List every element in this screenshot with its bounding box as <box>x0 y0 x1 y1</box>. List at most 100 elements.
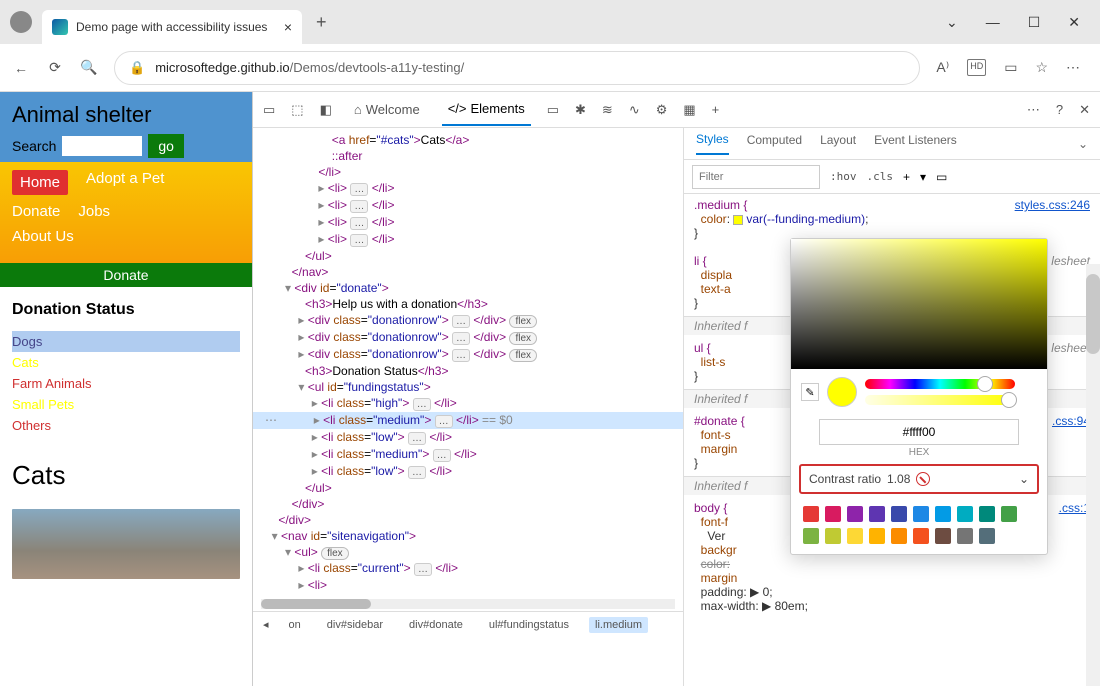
page-title: Animal shelter <box>12 102 240 128</box>
status-farm[interactable]: Farm Animals <box>12 373 240 394</box>
chevron-down-icon[interactable]: ⌄ <box>946 14 958 31</box>
color-swatch[interactable] <box>869 528 885 544</box>
close-window-icon[interactable]: ✕ <box>1068 14 1080 31</box>
network-icon[interactable]: ≋ <box>602 102 613 118</box>
search-input[interactable] <box>62 136 142 156</box>
color-swatch[interactable] <box>891 528 907 544</box>
nav-home[interactable]: Home <box>12 170 68 195</box>
url-host: microsoftedge.github.io <box>155 60 289 75</box>
color-swatch[interactable] <box>979 506 995 522</box>
color-swatch[interactable] <box>847 506 863 522</box>
color-swatch[interactable] <box>847 528 863 544</box>
eyedropper-icon[interactable]: ✎ <box>801 383 819 401</box>
tab-welcome[interactable]: ⌂Welcome <box>348 94 426 125</box>
browser-tab[interactable]: Demo page with accessibility issues × <box>42 10 302 44</box>
more-tools-icon[interactable]: ⋯ <box>1027 102 1040 118</box>
code-icon: </> <box>448 101 467 116</box>
color-swatches <box>791 500 1047 554</box>
dock-icon[interactable]: ◧ <box>320 102 332 118</box>
brush-icon[interactable]: ▾ <box>920 170 926 184</box>
lock-icon: 🔒 <box>129 60 145 76</box>
color-swatch[interactable] <box>913 506 929 522</box>
color-swatch[interactable] <box>825 528 841 544</box>
status-dogs[interactable]: Dogs <box>12 331 240 352</box>
alpha-slider[interactable] <box>865 395 1015 405</box>
hue-slider[interactable] <box>865 379 1015 389</box>
reader-icon[interactable]: ▭ <box>1004 59 1017 76</box>
address-bar: ← ⟳ 🔍 🔒 microsoftedge.github.io/Demos/de… <box>0 44 1100 92</box>
status-small[interactable]: Small Pets <box>12 394 240 415</box>
status-cats[interactable]: Cats <box>12 352 240 373</box>
color-swatch[interactable] <box>1001 506 1017 522</box>
go-button[interactable]: go <box>148 134 184 158</box>
device-toggle-icon[interactable]: ▭ <box>263 102 275 118</box>
plus-icon[interactable]: + <box>903 170 910 184</box>
performance-icon[interactable]: ∿ <box>629 102 640 118</box>
search-label: Search <box>12 138 56 154</box>
back-icon[interactable]: ← <box>12 59 30 77</box>
color-swatch[interactable] <box>891 506 907 522</box>
console-icon[interactable]: ▭ <box>547 102 559 118</box>
devtools-close-icon[interactable]: ✕ <box>1079 102 1090 118</box>
edge-favicon-icon <box>52 19 68 35</box>
tab-computed[interactable]: Computed <box>747 133 802 154</box>
memory-icon[interactable]: ⚙ <box>656 102 668 118</box>
sources-icon[interactable]: ✱ <box>575 102 586 118</box>
color-swatch[interactable] <box>979 528 995 544</box>
more-icon[interactable]: ⋯ <box>1066 59 1080 76</box>
source-link[interactable]: .css:94 <box>1052 414 1090 428</box>
source-link[interactable]: styles.css:246 <box>1015 198 1090 212</box>
nav-jobs[interactable]: Jobs <box>78 203 110 220</box>
elements-tree[interactable]: <a href="#cats">Cats</a> ::after </li> ▸… <box>253 128 683 611</box>
breadcrumb[interactable]: ◂ on div#sidebar div#donate ul#fundingst… <box>253 611 683 637</box>
nav-about[interactable]: About Us <box>12 228 74 245</box>
hex-input[interactable] <box>819 419 1019 445</box>
more-tabs-icon[interactable]: + <box>712 102 720 117</box>
color-canvas[interactable] <box>791 239 1047 369</box>
chevron-down-icon[interactable]: ⌄ <box>1078 137 1088 151</box>
read-aloud-icon[interactable]: A⁾ <box>936 59 949 76</box>
color-swatch[interactable] <box>825 506 841 522</box>
donate-button[interactable]: Donate <box>0 263 252 287</box>
help-icon[interactable]: ? <box>1056 102 1063 118</box>
minimize-icon[interactable]: — <box>986 14 1000 31</box>
tab-listeners[interactable]: Event Listeners <box>874 133 957 154</box>
nav-adopt[interactable]: Adopt a Pet <box>86 170 164 195</box>
url-path: /Demos/devtools-a11y-testing/ <box>290 60 465 75</box>
favorite-icon[interactable]: ☆ <box>1035 59 1048 76</box>
color-swatch[interactable] <box>957 506 973 522</box>
color-swatch[interactable] <box>935 506 951 522</box>
tab-layout[interactable]: Layout <box>820 133 856 154</box>
close-icon[interactable]: × <box>284 19 292 35</box>
color-swatch[interactable] <box>935 528 951 544</box>
color-swatch[interactable] <box>869 506 885 522</box>
scrollbar[interactable] <box>1086 264 1100 686</box>
color-swatch[interactable] <box>803 506 819 522</box>
search-icon[interactable]: 🔍 <box>80 59 98 77</box>
maximize-icon[interactable]: ☐ <box>1028 14 1041 31</box>
inspect-icon[interactable]: ⬚ <box>291 102 303 118</box>
contrast-ratio-row[interactable]: Contrast ratio 1.08 ⌄ <box>799 464 1039 494</box>
hex-label: HEX <box>791 447 1047 458</box>
nav-donate[interactable]: Donate <box>12 203 60 220</box>
application-icon[interactable]: ▦ <box>683 102 695 118</box>
hov-toggle[interactable]: :hov <box>830 170 857 183</box>
breadcrumb-left-icon[interactable]: ◂ <box>263 618 269 631</box>
hd-icon[interactable]: HD <box>967 59 986 76</box>
color-swatch[interactable] <box>913 528 929 544</box>
tab-elements[interactable]: </>Elements <box>442 93 531 126</box>
boxmodel-icon[interactable]: ▭ <box>936 170 947 184</box>
tab-styles[interactable]: Styles <box>696 132 729 155</box>
new-tab-button[interactable]: + <box>316 12 327 33</box>
chevron-down-icon[interactable]: ⌄ <box>1019 472 1029 486</box>
color-swatch[interactable] <box>803 528 819 544</box>
color-swatch[interactable] <box>957 528 973 544</box>
status-others[interactable]: Others <box>12 415 240 436</box>
cls-toggle[interactable]: .cls <box>867 170 894 183</box>
profile-avatar[interactable] <box>10 11 32 33</box>
window-titlebar: Demo page with accessibility issues × + … <box>0 0 1100 44</box>
refresh-icon[interactable]: ⟳ <box>46 59 64 77</box>
url-field[interactable]: 🔒 microsoftedge.github.io/Demos/devtools… <box>114 51 920 85</box>
donation-status-heading: Donation Status <box>12 301 240 319</box>
filter-input[interactable] <box>692 165 820 189</box>
